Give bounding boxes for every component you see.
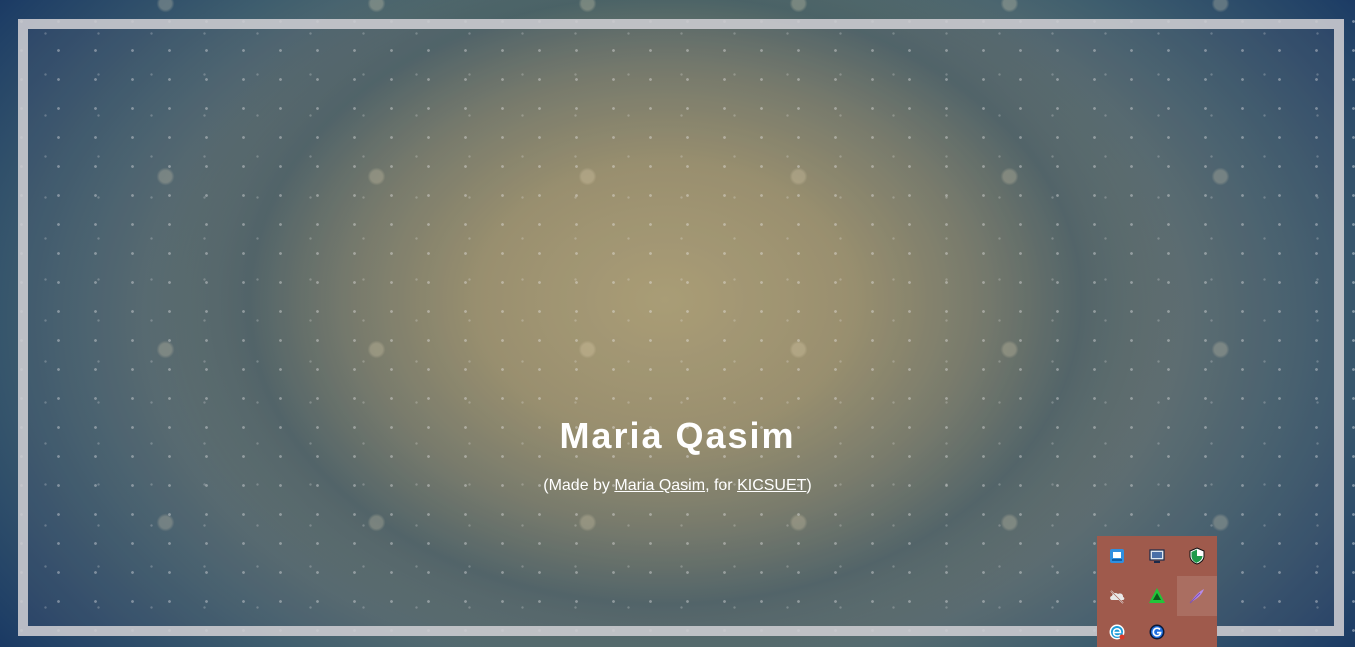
- tray-item-g-app[interactable]: [1137, 616, 1177, 647]
- credit-middle: , for: [705, 477, 738, 494]
- tray-item-cloud[interactable]: [1097, 576, 1137, 616]
- credit-suffix: ): [806, 477, 812, 494]
- edge-browser-icon: [1109, 624, 1125, 639]
- tray-empty-slot: [1177, 616, 1217, 647]
- cloud-offline-icon: [1110, 590, 1125, 604]
- tray-item-security[interactable]: [1177, 536, 1217, 576]
- page-title: Maria Qasim: [559, 415, 796, 456]
- author-link[interactable]: Maria Qasim: [614, 477, 705, 494]
- pen-feather-icon: [1189, 589, 1204, 604]
- credit-line: (Made by Maria Qasim, for KICSUET): [0, 477, 1355, 495]
- tray-item-pen[interactable]: [1177, 576, 1217, 616]
- blue-g-app-icon: [1149, 624, 1165, 639]
- credit-prefix: (Made by: [543, 477, 615, 494]
- tray-item-display[interactable]: [1137, 536, 1177, 576]
- tray-item-network[interactable]: [1097, 536, 1137, 576]
- tray-item-edge[interactable]: [1097, 616, 1137, 647]
- system-tray-overflow: [1097, 536, 1217, 647]
- display-monitor-icon: [1149, 549, 1165, 563]
- green-triangle-app-icon: [1149, 588, 1165, 603]
- tray-item-triangle-app[interactable]: [1137, 576, 1177, 616]
- org-link[interactable]: KICSUET: [737, 477, 806, 494]
- security-shield-icon: [1189, 547, 1205, 565]
- network-adapter-icon: [1110, 549, 1124, 563]
